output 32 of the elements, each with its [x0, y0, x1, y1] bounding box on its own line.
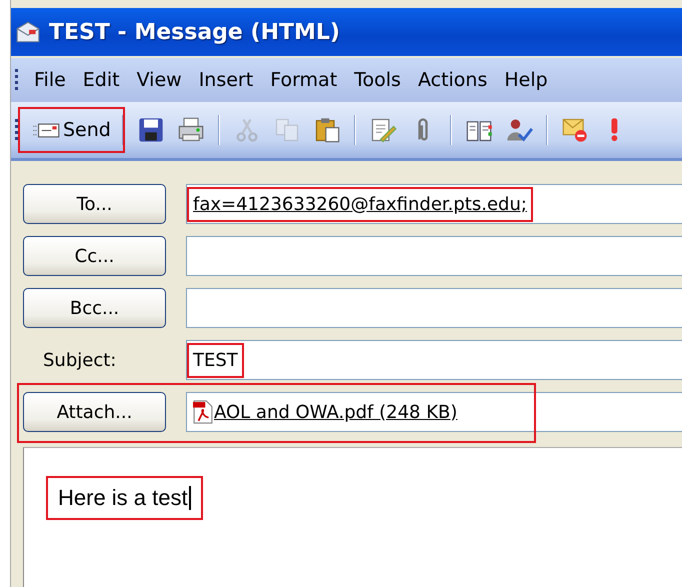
menu-item[interactable]: File: [28, 69, 77, 91]
address-button[interactable]: Bcc...: [23, 288, 166, 328]
envelope-icon: [15, 20, 41, 44]
subject-text: TEST: [193, 350, 238, 370]
attachment-field[interactable]: AOL and OWA.pdf (248 KB): [186, 392, 682, 432]
send-button[interactable]: Send: [28, 113, 115, 147]
input-field[interactable]: TEST: [186, 340, 682, 380]
attach-button[interactable]: Attach...: [23, 392, 166, 432]
printer-icon[interactable]: [176, 116, 205, 144]
menu-item[interactable]: Help: [498, 69, 559, 91]
menu-item[interactable]: Actions: [412, 69, 498, 91]
envelope-minus-icon[interactable]: [560, 116, 589, 144]
menu-item[interactable]: View: [130, 69, 193, 91]
field-label: Subject:: [42, 350, 118, 370]
envelope-icon: [32, 122, 60, 138]
menu-item[interactable]: Edit: [76, 69, 131, 91]
input-field[interactable]: fax=4123633260@faxfinder.pts.edu;: [186, 184, 682, 224]
window-title: TEST - Message (HTML): [49, 20, 340, 44]
menu-item[interactable]: Tools: [348, 69, 412, 91]
attachment-link[interactable]: AOL and OWA.pdf (248 KB): [214, 402, 458, 422]
recipient-link[interactable]: fax=4123633260@faxfinder.pts.edu;: [193, 194, 527, 214]
grip-handle[interactable]: [15, 69, 18, 91]
message-body[interactable]: Here is a test: [23, 447, 682, 587]
address-button[interactable]: To...: [23, 184, 166, 224]
input-field[interactable]: [186, 288, 682, 328]
grip-handle[interactable]: [15, 119, 18, 141]
body-text: Here is a test: [58, 485, 188, 511]
address-button[interactable]: Cc...: [23, 236, 166, 276]
input-field[interactable]: [186, 236, 682, 276]
pdf-file-icon: [193, 399, 213, 425]
menu-item[interactable]: Insert: [192, 69, 264, 91]
menu-item[interactable]: Format: [264, 69, 348, 91]
